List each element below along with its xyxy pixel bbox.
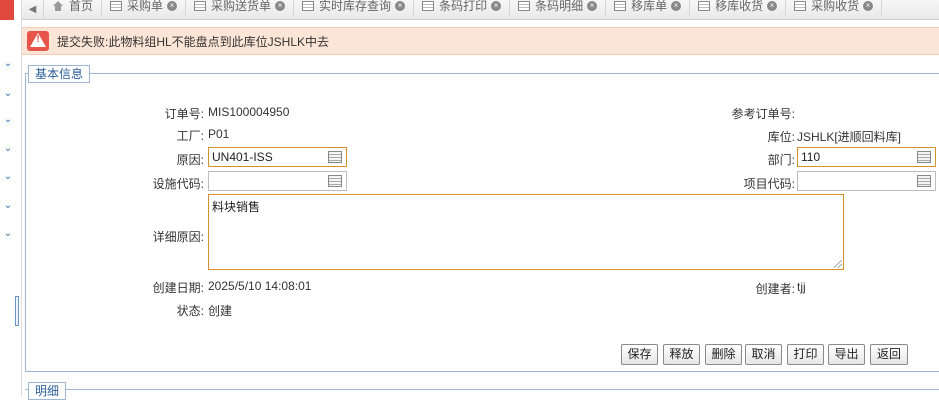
tab-inventory-query[interactable]: 实时库存查询 × [294,0,415,16]
ref-order-label: 参考订单号: [731,107,795,121]
close-icon[interactable]: × [587,0,598,11]
reason-input-value: UN401-ISS [212,150,273,164]
detail-reason-value: 料块销售 [212,200,261,214]
status-value: 创建 [208,304,233,318]
left-nav-strip: ⌄ ⌄ ⌄ ⌄ ⌄ ⌄ ⌄ [0,0,22,397]
basic-info-legend: 基本信息 [28,65,91,83]
tab-bar: ◀ 首页 采购单 × 采购送货单 × 实时库存查询 × 条码打印 × 条码明细 … [22,0,939,20]
tab-purchase-delivery[interactable]: 采购送货单 × [186,0,295,16]
list-picker-icon[interactable] [328,151,342,163]
detail-reason-textarea[interactable]: 料块销售 [208,194,844,270]
chevron-down-icon[interactable]: ⌄ [2,143,14,155]
tab-barcode-detail[interactable]: 条码明细 × [510,0,607,16]
project-input[interactable] [797,171,936,191]
reason-input[interactable]: UN401-ISS [208,147,347,167]
tab-label: 条码明细 [535,0,584,13]
release-button[interactable]: 释放 [663,344,700,365]
creator-label: 创建者: [755,282,795,296]
error-message: 提交失败:此物料组HL不能盘点到此库位JSHLK中去 [57,34,330,49]
project-label: 项目代码: [743,177,795,191]
chevron-down-icon[interactable]: ⌄ [2,200,14,212]
tab-purchase-receipt[interactable]: 采购收货 × [786,0,883,16]
document-icon [614,0,627,11]
tab-purchase-order[interactable]: 采购单 × [102,0,187,16]
created-date-label: 创建日期: [152,281,204,295]
tab-label: 采购单 [127,0,164,13]
facility-input[interactable] [208,171,347,191]
document-icon [110,0,123,11]
close-icon[interactable]: × [671,0,682,11]
tab-label: 采购送货单 [211,0,272,13]
tab-label: 首页 [69,0,94,13]
dept-input[interactable]: 110 [797,147,936,167]
tab-label: 移库收货 [715,0,764,13]
document-icon [794,0,807,11]
close-icon[interactable]: × [167,0,178,11]
tab-label: 实时库存查询 [319,0,392,13]
tab-transfer-receipt[interactable]: 移库收货 × [690,0,787,16]
created-date-value: 2025/5/10 14:08:01 [208,279,312,293]
order-no-label: 订单号: [164,107,204,121]
dept-input-value: 110 [801,150,821,164]
list-picker-icon[interactable] [917,175,931,187]
warning-icon [27,31,49,51]
close-icon[interactable]: × [275,0,286,11]
save-button[interactable]: 保存 [621,344,658,365]
resize-grip-icon[interactable] [834,260,842,268]
splitter-handle[interactable] [15,296,19,326]
tab-barcode-print[interactable]: 条码打印 × [414,0,511,16]
factory-label: 工厂: [176,129,204,143]
document-icon [518,0,531,11]
home-icon [52,0,64,11]
document-icon [422,0,435,11]
document-icon [698,0,711,11]
detail-fieldset [25,389,939,390]
close-icon[interactable]: × [863,0,874,11]
document-icon [194,0,207,11]
document-icon [302,0,315,11]
tab-label: 移库单 [631,0,668,13]
tab-label: 条码打印 [439,0,488,13]
chevron-down-icon[interactable]: ⌄ [2,58,14,70]
location-value: JSHLK[进顺回料库] [797,130,902,144]
error-banner: 提交失败:此物料组HL不能盘点到此库位JSHLK中去 [22,27,939,55]
delete-button[interactable]: 删除 [705,344,742,365]
status-label: 状态: [176,304,204,318]
close-icon[interactable]: × [395,0,406,11]
order-no-value: MIS100004950 [208,105,290,119]
reason-label: 原因: [176,153,204,167]
cancel-button[interactable]: 取消 [745,344,782,365]
export-button[interactable]: 导出 [828,344,865,365]
creator-value: tjj [797,280,806,294]
dept-label: 部门: [767,153,795,167]
print-button[interactable]: 打印 [787,344,824,365]
chevron-down-icon[interactable]: ⌄ [2,88,14,100]
tab-scroll-left-icon[interactable]: ◀ [22,0,44,19]
tab-transfer-order[interactable]: 移库单 × [606,0,691,16]
tab-home[interactable]: 首页 [44,0,103,16]
nav-indicator [0,0,14,20]
list-picker-icon[interactable] [917,151,931,163]
tab-label: 采购收货 [811,0,860,13]
list-picker-icon[interactable] [328,175,342,187]
close-icon[interactable]: × [491,0,502,11]
detail-reason-label: 详细原因: [152,230,204,244]
detail-legend: 明细 [28,382,67,400]
location-label: 库位: [767,130,795,144]
facility-label: 设施代码: [152,177,204,191]
factory-value: P01 [208,127,230,141]
chevron-down-icon[interactable]: ⌄ [2,114,14,126]
close-icon[interactable]: × [767,0,778,11]
back-button[interactable]: 返回 [870,344,908,365]
chevron-down-icon[interactable]: ⌄ [2,171,14,183]
chevron-down-icon[interactable]: ⌄ [2,228,14,240]
